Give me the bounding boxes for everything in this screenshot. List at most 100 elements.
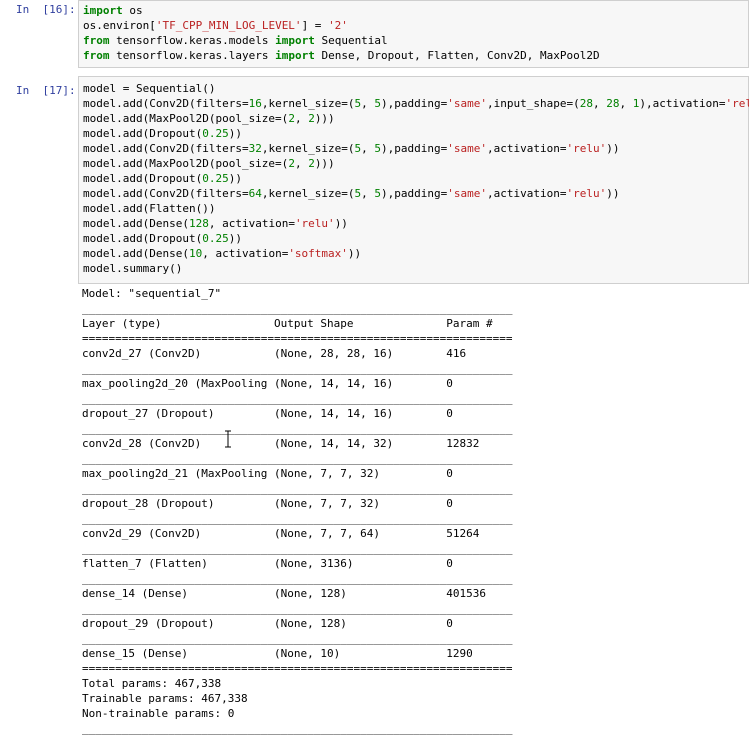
output-line: dropout_27 (Dropout) (None, 14, 14, 16) …	[82, 407, 513, 420]
code-token: Dense, Dropout, Flatten, Conv2D, MaxPool…	[314, 49, 600, 62]
code-line: model.add(Dense(10, activation='softmax'…	[83, 246, 361, 261]
code-token: ,	[361, 97, 375, 110]
code-cell-16[interactable]: In [16]: import os os.environ['TF_CPP_MIN…	[0, 0, 749, 68]
output-line: dropout_28 (Dropout) (None, 7, 7, 32) 0	[82, 497, 513, 510]
code-token: ,kernel_size=(	[261, 97, 355, 110]
output-line: Non-trainable params: 0	[82, 707, 235, 720]
code-token: tensorflow.keras.models	[109, 34, 276, 47]
output-line: ________________________________________…	[82, 572, 513, 585]
code-token: ),padding=	[381, 97, 448, 110]
code-token: import	[275, 34, 315, 47]
code-token: model.add(MaxPool2D(pool_size=(	[83, 157, 289, 170]
code-token: ,input_shape=(	[487, 97, 580, 110]
output-line: ________________________________________…	[82, 542, 513, 555]
code-token: ))	[334, 217, 348, 230]
code-token: '2'	[328, 19, 348, 32]
output-line: ========================================…	[82, 332, 513, 345]
output-line: ________________________________________…	[82, 302, 513, 315]
code-token: ,kernel_size=(	[261, 142, 355, 155]
output-line: max_pooling2d_20 (MaxPooling (None, 14, …	[82, 377, 513, 390]
code-token: ))	[228, 127, 242, 140]
code-line: from tensorflow.keras.models import Sequ…	[83, 33, 388, 48]
output-line: Model: "sequential_7"	[82, 287, 222, 300]
output-line: ________________________________________…	[82, 482, 513, 495]
code-line: model.add(Conv2D(filters=64,kernel_size=…	[83, 186, 620, 201]
code-token: ))	[228, 172, 242, 185]
code-line: model.add(Dense(128, activation='relu'))	[83, 216, 348, 231]
code-token: ),padding=	[381, 187, 448, 200]
code-token: 'relu'	[566, 187, 607, 200]
code-token: model = Sequential()	[83, 82, 216, 95]
code-token: ,	[361, 142, 375, 155]
code-token: model.add(Conv2D(filters=	[83, 142, 249, 155]
output-line: ________________________________________…	[82, 602, 513, 615]
code-editor[interactable]: model = Sequential() model.add(Conv2D(fil…	[78, 76, 749, 284]
output-line: dropout_29 (Dropout) (None, 128) 0	[82, 617, 513, 630]
code-token: 2	[308, 112, 315, 125]
output-line: ________________________________________…	[82, 362, 513, 375]
output-area: Model: "sequential_7" ___________________…	[80, 286, 749, 750]
code-line: model.summary()	[83, 261, 182, 276]
input-prompt: In [17]:	[16, 84, 76, 97]
code-line: model.add(MaxPool2D(pool_size=(2, 2)))	[83, 111, 335, 126]
code-token: Sequential	[314, 34, 388, 47]
code-token: model.add(Conv2D(filters=	[83, 97, 249, 110]
code-token: ,activation=	[487, 187, 567, 200]
code-token: ))	[228, 232, 242, 245]
code-token: 'same'	[447, 97, 488, 110]
code-token: , activation=	[208, 217, 295, 230]
code-token: import	[83, 4, 123, 17]
output-line: conv2d_29 (Conv2D) (None, 7, 7, 64) 5126…	[82, 527, 513, 540]
code-line: from tensorflow.keras.layers import Dens…	[83, 48, 600, 63]
code-token: ,	[294, 112, 309, 125]
output-line: dense_15 (Dense) (None, 10) 1290	[82, 647, 513, 660]
code-token: 'softmax'	[288, 247, 348, 260]
code-token: ))	[606, 142, 620, 155]
code-token: 2	[288, 112, 295, 125]
output-line: ________________________________________…	[82, 422, 513, 435]
code-token: import	[275, 49, 315, 62]
code-line: model = Sequential()	[83, 81, 215, 96]
code-token: , activation=	[202, 247, 289, 260]
code-token: 'relu'	[294, 217, 335, 230]
output-line: ========================================…	[82, 662, 513, 675]
code-token: )))	[314, 157, 335, 170]
code-token: 'same'	[447, 187, 488, 200]
code-token: 10	[188, 247, 203, 260]
code-token: from	[83, 49, 110, 62]
input-prompt: In [16]:	[16, 3, 76, 16]
code-token: model.add(Dropout(	[83, 232, 203, 245]
code-token: 32	[248, 142, 262, 155]
code-token: tensorflow.keras.layers	[109, 49, 276, 62]
code-token: ] =	[301, 19, 329, 32]
code-token: model.add(Conv2D(filters=	[83, 187, 249, 200]
code-token: 'relu'	[566, 142, 607, 155]
code-token: 64	[248, 187, 262, 200]
code-line: import os	[83, 3, 143, 18]
output-line: ________________________________________…	[82, 512, 513, 525]
code-token: 0.25	[202, 127, 229, 140]
code-token: ),padding=	[381, 142, 448, 155]
code-line: model.add(Dropout(0.25))	[83, 231, 242, 246]
output-line: Total params: 467,338	[82, 677, 222, 690]
code-token: ,	[361, 187, 375, 200]
output-line: conv2d_27 (Conv2D) (None, 28, 28, 16) 41…	[82, 347, 513, 360]
output-line: ________________________________________…	[82, 632, 513, 645]
code-cell-17[interactable]: In [17]: model = Sequential() model.add(C…	[0, 76, 749, 750]
output-line: ________________________________________…	[82, 392, 513, 405]
code-token: 16	[248, 97, 262, 110]
output-line: ________________________________________…	[82, 452, 513, 465]
code-token: 28	[606, 97, 620, 110]
code-token: model.add(MaxPool2D(pool_size=(	[83, 112, 289, 125]
code-token: 'TF_CPP_MIN_LOG_LEVEL'	[155, 19, 302, 32]
code-token: ,activation=	[487, 142, 567, 155]
code-token: 0.25	[202, 172, 229, 185]
code-token: os.environ[	[83, 19, 156, 32]
output-line: flatten_7 (Flatten) (None, 3136) 0	[82, 557, 513, 570]
output-line: ________________________________________…	[82, 722, 513, 735]
code-token: ))	[347, 247, 362, 260]
code-token: model.add(Dropout(	[83, 172, 203, 185]
code-line: model.add(Conv2D(filters=16,kernel_size=…	[83, 96, 749, 111]
code-editor[interactable]: import os os.environ['TF_CPP_MIN_LOG_LEVE…	[78, 0, 749, 68]
code-token: ))	[606, 187, 620, 200]
